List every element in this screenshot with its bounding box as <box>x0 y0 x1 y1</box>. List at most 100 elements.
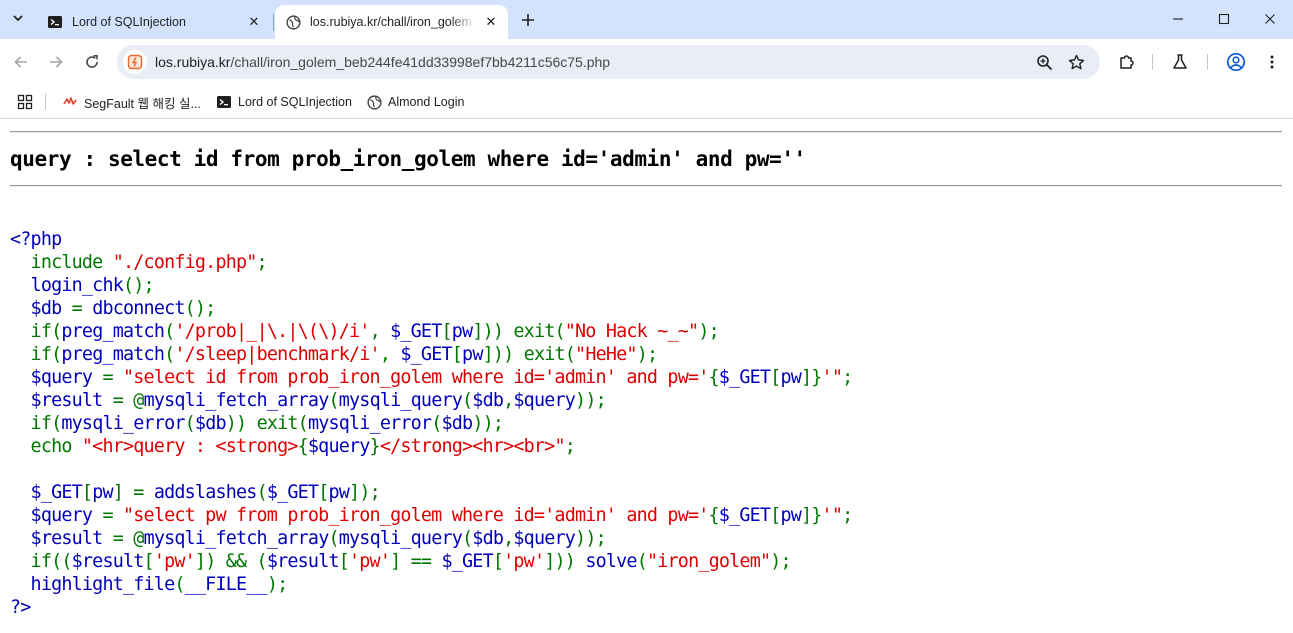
profile-icon <box>1226 52 1246 72</box>
code-token: '" <box>821 367 843 388</box>
tab-iron-golem[interactable]: los.rubiya.kr/chall/iron_golem_ ✕ <box>275 5 508 39</box>
code-line: if(($result['pw']) && ($result['pw'] == … <box>10 550 852 573</box>
code-token: ); <box>698 321 719 342</box>
site-info-button[interactable] <box>123 50 147 74</box>
code-token: pw <box>328 482 350 503</box>
star-icon <box>1068 54 1084 69</box>
code-line: $_GET[pw] = addslashes($_GET[pw]); <box>10 481 852 504</box>
tab-lord-of-sqlinjection[interactable]: Lord of SQLInjection ✕ <box>37 5 274 39</box>
code-token: '/prob|_|\.|\(\)/i' <box>174 321 370 342</box>
code-token: mysqli_query <box>338 390 463 411</box>
code-token: = @ <box>112 390 145 411</box>
code-token: , <box>369 321 391 342</box>
code-token: </strong><hr><br>" <box>379 436 566 457</box>
tab-strip: Lord of SQLInjection ✕ los.rubiya.kr/cha… <box>0 0 1293 39</box>
code-token: = @ <box>112 528 145 549</box>
code-token: pw <box>92 482 113 503</box>
code-token: ( <box>431 413 442 434</box>
minimize-icon <box>1173 17 1183 20</box>
back-button[interactable] <box>7 48 35 76</box>
code-token: mysqli_fetch_array <box>143 390 330 411</box>
code-token: <?php <box>10 229 62 250</box>
reload-icon <box>86 55 98 68</box>
code-token: pw <box>451 321 473 342</box>
maximize-button[interactable] <box>1201 0 1247 37</box>
code-token: addslashes <box>153 482 258 503</box>
code-token: highlight_file <box>10 574 176 595</box>
close-tab-icon[interactable]: ✕ <box>244 12 264 32</box>
code-token: , <box>503 390 514 411</box>
code-token: { <box>297 436 309 457</box>
code-token: (); <box>123 275 155 296</box>
code-token: $query <box>10 505 103 526</box>
labs-button[interactable] <box>1166 48 1194 76</box>
puzzle-icon <box>1120 55 1134 69</box>
code-line: login_chk(); <box>10 274 852 297</box>
code-token: preg_match <box>61 344 165 365</box>
browser-toolbar: los.rubiya.kr/chall/iron_golem_beb244fe4… <box>0 39 1293 85</box>
code-token: [ <box>338 551 350 572</box>
bookmark-star-button[interactable] <box>1064 50 1088 74</box>
url-text[interactable]: los.rubiya.kr/chall/iron_golem_beb244fe4… <box>155 45 610 79</box>
code-token: ); <box>770 551 791 572</box>
code-token: [ <box>492 551 504 572</box>
forward-button[interactable] <box>42 48 70 76</box>
code-line: if(mysqli_error($db)) exit(mysqli_error(… <box>10 412 852 435</box>
bookmark-almond-login[interactable]: Almond Login <box>366 89 464 115</box>
code-token: $query <box>513 528 576 549</box>
code-token: $query <box>10 367 103 388</box>
url-host: los.rubiya.kr <box>155 54 231 70</box>
code-token: ; <box>842 505 853 526</box>
code-token: mysqli_error <box>61 413 185 434</box>
code-token: preg_match <box>61 321 165 342</box>
code-token: ; <box>564 436 576 457</box>
code-token: ( <box>164 321 175 342</box>
close-window-button[interactable] <box>1247 0 1293 37</box>
code-token: ]); <box>349 482 381 503</box>
new-tab-button[interactable] <box>516 8 540 32</box>
code-token: pw <box>462 344 483 365</box>
code-token: __FILE__ <box>184 574 268 595</box>
code-token: { <box>708 367 720 388</box>
url-path: /chall/iron_golem_beb244fe41dd33998ef7bb… <box>230 54 611 70</box>
code-token: $db <box>194 413 227 434</box>
code-token: $_GET <box>390 321 442 342</box>
tab-search-button[interactable] <box>6 6 30 30</box>
page-content: query : select id from prob_iron_golem w… <box>0 120 1293 633</box>
code-token: [ <box>451 344 463 365</box>
code-token: include <box>10 252 113 273</box>
profile-button[interactable] <box>1222 48 1250 76</box>
code-token: ( <box>174 574 185 595</box>
zoom-button[interactable] <box>1032 50 1056 74</box>
address-bar[interactable]: los.rubiya.kr/chall/iron_golem_beb244fe4… <box>117 45 1100 79</box>
tab-title: los.rubiya.kr/chall/iron_golem_ <box>310 15 475 29</box>
terminal-icon <box>47 14 63 30</box>
code-token: $db <box>10 298 72 319</box>
code-token: ])) exit( <box>482 344 576 365</box>
back-arrow-icon <box>14 56 27 68</box>
code-token: '" <box>821 505 843 526</box>
site-info-icon <box>127 54 143 70</box>
code-token: $_GET <box>266 482 319 503</box>
code-token: mysqli_query <box>338 528 463 549</box>
code-token: mysqli_error <box>307 413 432 434</box>
extensions-button[interactable] <box>1113 48 1141 76</box>
code-token: $_GET <box>400 344 452 365</box>
code-token: $db <box>441 413 473 434</box>
reload-button[interactable] <box>78 48 106 76</box>
apps-button[interactable] <box>14 91 36 113</box>
close-tab-icon[interactable]: ✕ <box>481 12 501 32</box>
code-token: ] == <box>390 551 442 572</box>
code-token: ( <box>328 528 339 549</box>
code-token: [ <box>770 505 781 526</box>
code-token: { <box>708 505 720 526</box>
code-token: pw <box>780 367 801 388</box>
minimize-button[interactable] <box>1155 0 1201 37</box>
code-token: if( <box>10 344 63 365</box>
code-token: )); <box>575 528 607 549</box>
bookmark-segfault[interactable]: SegFault 웹 해킹 실... <box>62 89 201 115</box>
menu-button[interactable] <box>1258 48 1286 76</box>
code-token: if(( <box>10 551 73 572</box>
bookmark-lord-of-sqlinjection[interactable]: Lord of SQLInjection <box>216 89 352 115</box>
php-source-code: <?php include "./config.php"; login_chk(… <box>10 228 853 619</box>
